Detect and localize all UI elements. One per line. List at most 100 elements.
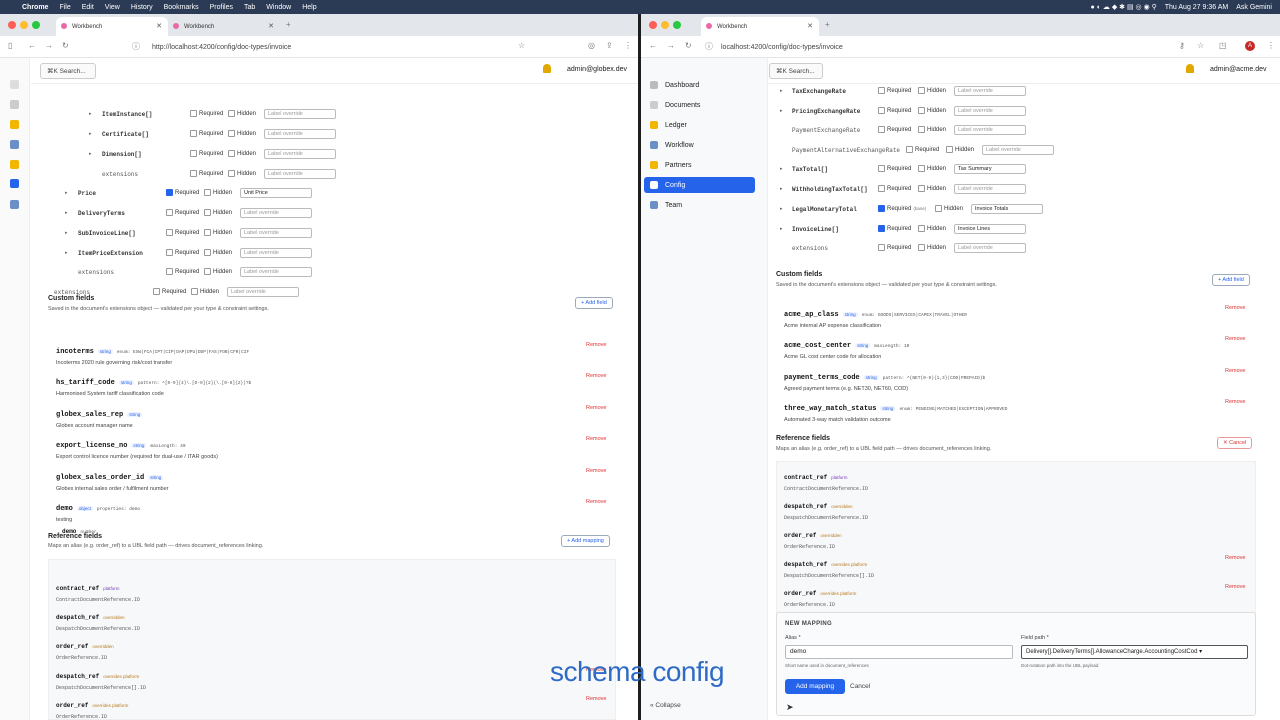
checkbox-box[interactable] bbox=[228, 170, 235, 177]
checkbox-box[interactable] bbox=[166, 249, 173, 256]
hidden-checkbox[interactable]: Hidden bbox=[918, 165, 946, 172]
checkbox-box[interactable] bbox=[190, 170, 197, 177]
label-override-input[interactable]: Tax Summary bbox=[954, 164, 1026, 174]
checkbox-box[interactable] bbox=[166, 268, 173, 275]
label-override-input[interactable]: Label override bbox=[982, 145, 1054, 155]
tab-workbench[interactable]: Workbench ✕ bbox=[701, 17, 819, 36]
checkbox-box[interactable] bbox=[918, 185, 925, 192]
site-info-icon[interactable]: ⓘ bbox=[132, 41, 140, 52]
sidebar-icon[interactable]: ▯ bbox=[8, 41, 12, 50]
hidden-checkbox[interactable]: Hidden bbox=[918, 87, 946, 94]
user-menu[interactable]: admin@acme.dev bbox=[1210, 66, 1267, 73]
minimize-window-icon[interactable] bbox=[661, 21, 669, 29]
more-icon[interactable]: ⋮ bbox=[624, 41, 632, 50]
label-override-input[interactable]: Label override bbox=[240, 208, 312, 218]
menu-edit[interactable]: Edit bbox=[82, 4, 94, 11]
checkbox-box[interactable] bbox=[204, 249, 211, 256]
more-icon[interactable]: ⋮ bbox=[1267, 41, 1275, 50]
back-icon[interactable]: ← bbox=[649, 41, 657, 50]
hidden-checkbox[interactable]: Hidden bbox=[228, 170, 256, 177]
remove-mapping-button[interactable]: Remove bbox=[1225, 555, 1245, 561]
remove-field-button[interactable]: Remove bbox=[1225, 336, 1245, 342]
checkbox-box[interactable] bbox=[228, 130, 235, 137]
checkbox-box[interactable] bbox=[166, 229, 173, 236]
cancel-mapping-button[interactable]: ✕ Cancel bbox=[1217, 437, 1253, 449]
sidebar-item-team[interactable]: Team bbox=[644, 197, 755, 213]
add-field-button[interactable]: + Add field bbox=[575, 297, 613, 309]
required-checkbox[interactable]: Required bbox=[190, 150, 223, 157]
checkbox-box[interactable] bbox=[190, 110, 197, 117]
password-key-icon[interactable]: ⚷ bbox=[1179, 41, 1185, 50]
checkbox-box[interactable] bbox=[190, 130, 197, 137]
checkbox-box[interactable] bbox=[946, 146, 953, 153]
label-override-input[interactable]: Label override bbox=[264, 129, 336, 139]
bell-icon[interactable] bbox=[1186, 64, 1194, 73]
checkbox-box[interactable] bbox=[190, 150, 197, 157]
new-tab-icon[interactable]: + bbox=[286, 20, 291, 29]
checkbox-box[interactable] bbox=[166, 189, 173, 196]
required-checkbox[interactable]: Required bbox=[878, 244, 911, 251]
remove-field-button[interactable]: Remove bbox=[586, 373, 606, 379]
menu-window[interactable]: Window bbox=[266, 4, 291, 11]
checkbox-box[interactable] bbox=[906, 146, 913, 153]
forward-icon[interactable]: → bbox=[667, 41, 675, 50]
expand-toggle-icon[interactable]: ▸ bbox=[65, 190, 68, 196]
remove-field-button[interactable]: Remove bbox=[586, 468, 606, 474]
extension-icon[interactable]: ◎ bbox=[588, 41, 595, 50]
expand-toggle-icon[interactable]: ▸ bbox=[780, 108, 783, 114]
cancel-new-mapping-button[interactable]: Cancel bbox=[850, 683, 870, 690]
checkbox-box[interactable] bbox=[918, 165, 925, 172]
checkbox-box[interactable] bbox=[878, 185, 885, 192]
required-checkbox[interactable]: Required bbox=[878, 87, 911, 94]
expand-toggle-icon[interactable]: ▸ bbox=[780, 88, 783, 94]
required-checkbox[interactable]: Required bbox=[878, 185, 911, 192]
sidebar-item-config[interactable]: Config bbox=[644, 177, 755, 193]
team-icon[interactable] bbox=[10, 200, 19, 209]
sidebar-item-workflow[interactable]: Workflow bbox=[644, 137, 755, 153]
checkbox-box[interactable] bbox=[878, 225, 885, 232]
add-mapping-button[interactable]: + Add mapping bbox=[561, 535, 610, 547]
add-field-button[interactable]: + Add field bbox=[1212, 274, 1250, 286]
label-override-input[interactable]: Label override bbox=[240, 248, 312, 258]
required-checkbox[interactable]: Required (base) bbox=[878, 205, 926, 212]
sidebar-item-partners[interactable]: Partners bbox=[644, 157, 755, 173]
field-path-select[interactable]: Delivery[].DeliveryTerms[].AllowanceChar… bbox=[1021, 645, 1248, 659]
forward-icon[interactable]: → bbox=[45, 41, 53, 50]
label-override-input[interactable]: Label override bbox=[954, 125, 1026, 135]
expand-toggle-icon[interactable]: ▸ bbox=[780, 206, 783, 212]
bookmark-star-icon[interactable]: ☆ bbox=[1197, 41, 1204, 50]
close-tab-icon[interactable]: ✕ bbox=[807, 22, 813, 30]
hidden-checkbox[interactable]: Hidden bbox=[204, 229, 232, 236]
remove-field-button[interactable]: Remove bbox=[1225, 399, 1245, 405]
search-button[interactable]: ⌘K Search... bbox=[769, 63, 823, 79]
user-menu[interactable]: admin@globex.dev bbox=[567, 66, 627, 73]
ledger-icon[interactable] bbox=[10, 120, 19, 129]
hidden-checkbox[interactable]: Hidden bbox=[228, 150, 256, 157]
workflow-icon[interactable] bbox=[10, 140, 19, 149]
alias-input[interactable]: demo bbox=[785, 645, 1013, 659]
required-checkbox[interactable]: Required bbox=[166, 249, 199, 256]
required-checkbox[interactable]: Required bbox=[153, 288, 186, 295]
checkbox-box[interactable] bbox=[918, 87, 925, 94]
label-override-input[interactable]: Label override bbox=[264, 109, 336, 119]
label-override-input[interactable]: Label override bbox=[954, 106, 1026, 116]
checkbox-box[interactable] bbox=[204, 229, 211, 236]
extension-icon[interactable]: ◳ bbox=[1219, 41, 1227, 50]
remove-field-button[interactable]: Remove bbox=[586, 405, 606, 411]
required-checkbox[interactable]: Required bbox=[878, 107, 911, 114]
checkbox-box[interactable] bbox=[166, 209, 173, 216]
expand-toggle-icon[interactable]: ▸ bbox=[780, 186, 783, 192]
hidden-checkbox[interactable]: Hidden bbox=[918, 244, 946, 251]
required-checkbox[interactable]: Required bbox=[190, 110, 223, 117]
label-override-input[interactable]: Label override bbox=[240, 228, 312, 238]
label-override-input[interactable]: Invoice Lines bbox=[954, 224, 1026, 234]
documents-icon[interactable] bbox=[10, 100, 19, 109]
close-tab-icon[interactable]: ✕ bbox=[156, 22, 162, 30]
checkbox-box[interactable] bbox=[918, 244, 925, 251]
minimize-window-icon[interactable] bbox=[20, 21, 28, 29]
config-icon[interactable] bbox=[10, 179, 19, 188]
required-checkbox[interactable]: Required bbox=[878, 126, 911, 133]
collapse-button[interactable]: « Collapse bbox=[650, 702, 681, 709]
expand-toggle-icon[interactable]: ▸ bbox=[780, 226, 783, 232]
required-checkbox[interactable]: Required bbox=[878, 225, 911, 232]
